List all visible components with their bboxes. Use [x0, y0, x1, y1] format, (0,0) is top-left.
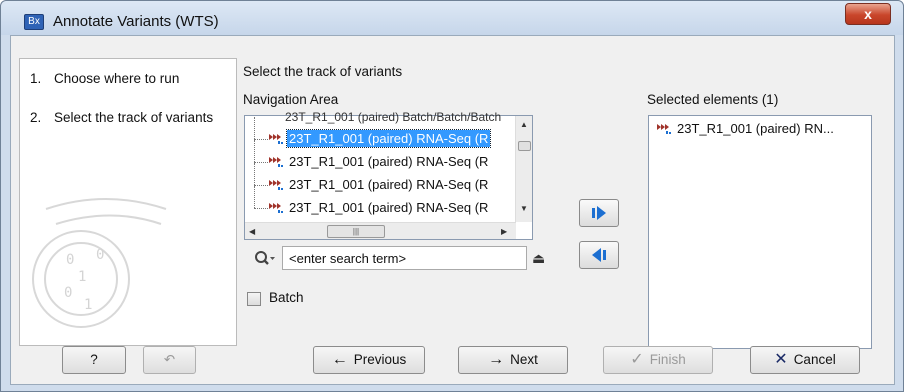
- search-input[interactable]: [282, 246, 527, 270]
- add-to-selected-button[interactable]: [579, 199, 619, 227]
- scroll-right-icon[interactable]: ▶: [501, 227, 507, 236]
- checkmark-icon: ✓: [630, 351, 644, 368]
- left-arrow-icon: [592, 248, 606, 262]
- tree-item-label: 23T_R1_001 (paired) RNA-Seq (R: [289, 154, 489, 169]
- tree-item-label: 23T_R1_001 (paired) RNA-Seq (R: [289, 177, 489, 192]
- left-arrow-icon: ←: [331, 351, 348, 368]
- tree-item-partial[interactable]: 23T_R1_001 (paired) Batch/Batch/Batch: [285, 110, 501, 124]
- svg-text:0: 0: [96, 247, 104, 263]
- close-button[interactable]: x: [845, 3, 891, 25]
- selected-item[interactable]: 23T_R1_001 (paired) RN...: [651, 118, 869, 140]
- previous-label: Previous: [353, 352, 407, 367]
- reset-icon: ↶: [163, 352, 176, 367]
- svg-text:0: 0: [66, 252, 74, 268]
- batch-checkbox[interactable]: [247, 292, 261, 306]
- binary-watermark-icon: 0 1 0 1 0: [32, 198, 167, 328]
- app-icon: Bx: [24, 14, 44, 30]
- scroll-thumb[interactable]: [518, 141, 531, 151]
- svg-text:1: 1: [78, 269, 86, 285]
- scroll-up-icon[interactable]: ▲: [520, 120, 528, 129]
- content-area: Select the track of variants Navigation …: [240, 58, 888, 349]
- svg-text:1: 1: [84, 297, 92, 313]
- close-icon: ✕: [774, 351, 788, 368]
- selected-elements-label: Selected elements (1): [647, 92, 779, 107]
- dialog-window: Bx Annotate Variants (WTS) x 1. Choose w…: [0, 0, 904, 392]
- remove-from-selected-button[interactable]: [579, 241, 619, 269]
- horizontal-scrollbar[interactable]: ◀ ||| ▶: [245, 222, 516, 239]
- steps-panel: 1. Choose where to run 2. Select the tra…: [19, 58, 237, 346]
- window-title: Annotate Variants (WTS): [53, 13, 219, 30]
- step-number: 2.: [30, 110, 42, 125]
- tree-item[interactable]: 23T_R1_001 (paired) RNA-Seq (R: [245, 163, 516, 196]
- step-label: Choose where to run: [54, 71, 180, 86]
- variant-track-icon: [269, 180, 283, 190]
- selected-item-label: 23T_R1_001 (paired) RN...: [677, 121, 834, 136]
- next-button[interactable]: → Next: [458, 346, 568, 374]
- variant-track-icon: [269, 157, 283, 167]
- right-arrow-icon: [592, 206, 606, 220]
- selected-elements-list[interactable]: 23T_R1_001 (paired) RN...: [648, 115, 872, 349]
- help-icon: ?: [90, 352, 98, 367]
- help-button[interactable]: ?: [62, 346, 126, 374]
- previous-button[interactable]: ← Previous: [313, 346, 425, 374]
- tree-item-label: 23T_R1_001 (paired) RNA-Seq (R: [289, 200, 489, 215]
- navigation-area-label: Navigation Area: [243, 92, 339, 107]
- title-bar[interactable]: Bx Annotate Variants (WTS) x: [1, 1, 903, 35]
- tree-item-label: 23T_R1_001 (paired) RNA-Seq (R: [285, 129, 492, 148]
- navigation-tree[interactable]: 23T_R1_001 (paired) Batch/Batch/Batch 23…: [244, 110, 533, 240]
- section-title: Select the track of variants: [243, 64, 403, 79]
- variant-track-icon: [657, 124, 671, 134]
- tree-item[interactable]: 23T_R1_001 (paired) RNA-Seq (R: [245, 140, 516, 173]
- eject-icon[interactable]: ⏏: [532, 250, 545, 267]
- variant-track-icon: [269, 203, 283, 213]
- tree-item[interactable]: 23T_R1_001 (paired) RNA-Seq (R: [245, 186, 516, 219]
- cancel-label: Cancel: [793, 352, 836, 367]
- tree-item[interactable]: 23T_R1_001 (paired) RNA-Seq (R: [245, 117, 516, 150]
- cancel-button[interactable]: ✕ Cancel: [750, 346, 860, 374]
- step-label: Select the track of variants: [54, 110, 214, 125]
- next-label: Next: [510, 352, 538, 367]
- batch-label: Batch: [269, 290, 304, 305]
- variant-track-icon: [269, 134, 283, 144]
- search-icon[interactable]: [254, 250, 276, 268]
- scroll-down-icon[interactable]: ▼: [520, 204, 528, 213]
- vertical-scrollbar[interactable]: ▲ ▼: [515, 116, 532, 222]
- scroll-left-icon[interactable]: ◀: [249, 227, 255, 236]
- step-number: 1.: [30, 71, 42, 86]
- finish-button[interactable]: ✓ Finish: [603, 346, 713, 374]
- search-row: ⏏: [254, 246, 564, 272]
- scroll-thumb[interactable]: |||: [327, 225, 385, 238]
- reset-button[interactable]: ↶: [143, 346, 196, 374]
- finish-label: Finish: [649, 352, 686, 367]
- svg-text:0: 0: [64, 285, 72, 301]
- dialog-body: 1. Choose where to run 2. Select the tra…: [10, 35, 895, 385]
- right-arrow-icon: →: [488, 351, 505, 368]
